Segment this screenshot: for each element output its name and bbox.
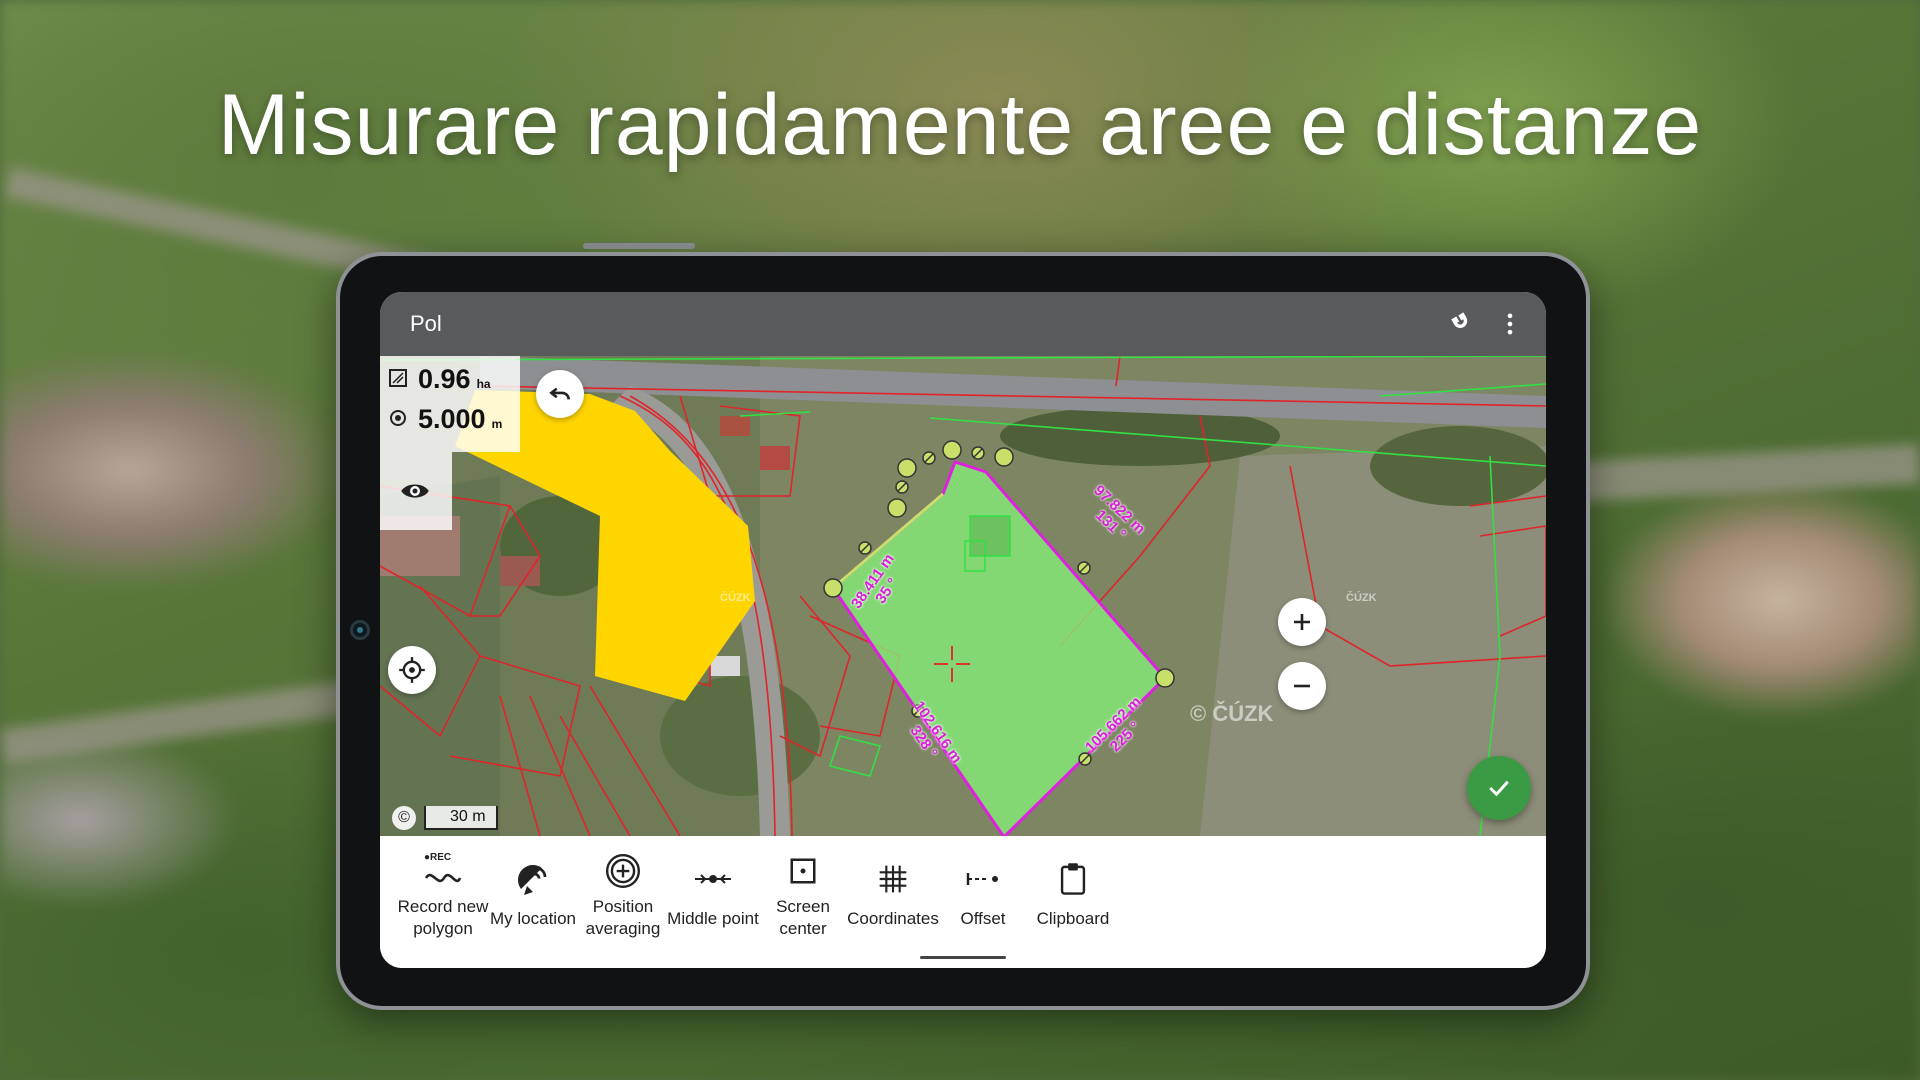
locate-button[interactable] [388,646,436,694]
bottom-toolbar: ●REC Record new polygon My location Posi… [380,836,1546,968]
area-value: 0.96 [418,364,471,394]
app-screen: Pol © ČÚZK ČÚZK ČÚZK 97.822 m 131 ° 105.… [380,292,1546,968]
zoom-out-button[interactable] [1278,662,1326,710]
scale-bar: © 30 m [392,804,498,832]
perimeter-icon [390,410,406,426]
map-watermark-small: ČÚZK [720,592,751,604]
area-row: 0.96 ha [388,364,491,395]
area-icon [389,369,407,387]
crosshair-icon [399,657,425,683]
map-watermark-small: ČÚZK [1346,592,1377,604]
map-watermark: © ČÚZK [1190,701,1274,726]
measurement-panel: 0.96 ha 5.000 m [380,356,520,452]
check-icon [1489,780,1509,797]
plus-icon [1294,614,1310,630]
app-title: Pol [410,311,442,336]
magnet-icon[interactable] [1448,310,1476,338]
app-bar: Pol [380,292,1546,356]
perimeter-unit: m [491,417,503,431]
map-view[interactable]: © ČÚZK ČÚZK ČÚZK 97.822 m 131 ° 105.662 … [380,356,1546,836]
clipboard-button[interactable]: Clipboard [1018,846,1128,930]
minus-icon [1294,684,1310,688]
rec-badge: ●REC [424,852,452,863]
perimeter-value: 5.000 [418,404,486,434]
clipboard-icon [1018,846,1128,896]
attribution-button[interactable]: © [392,806,416,830]
area-unit: ha [476,377,491,391]
tool-label: Clipboard [1036,909,1110,928]
perimeter-row: 5.000 m [388,404,502,435]
scale-label: 30 m [424,806,498,830]
tablet-camera [350,620,370,640]
zoom-in-button[interactable] [1278,598,1326,646]
undo-icon [549,387,570,400]
more-vert-icon[interactable] [1496,310,1524,338]
confirm-button[interactable] [1467,756,1531,820]
undo-button[interactable] [536,370,584,418]
visibility-toggle[interactable] [380,452,452,530]
tablet-power-button [583,243,695,249]
toolbar-scroll-indicator [920,956,1006,959]
eye-icon [401,484,429,498]
headline: Misurare rapidamente aree e distanze [217,77,1703,173]
